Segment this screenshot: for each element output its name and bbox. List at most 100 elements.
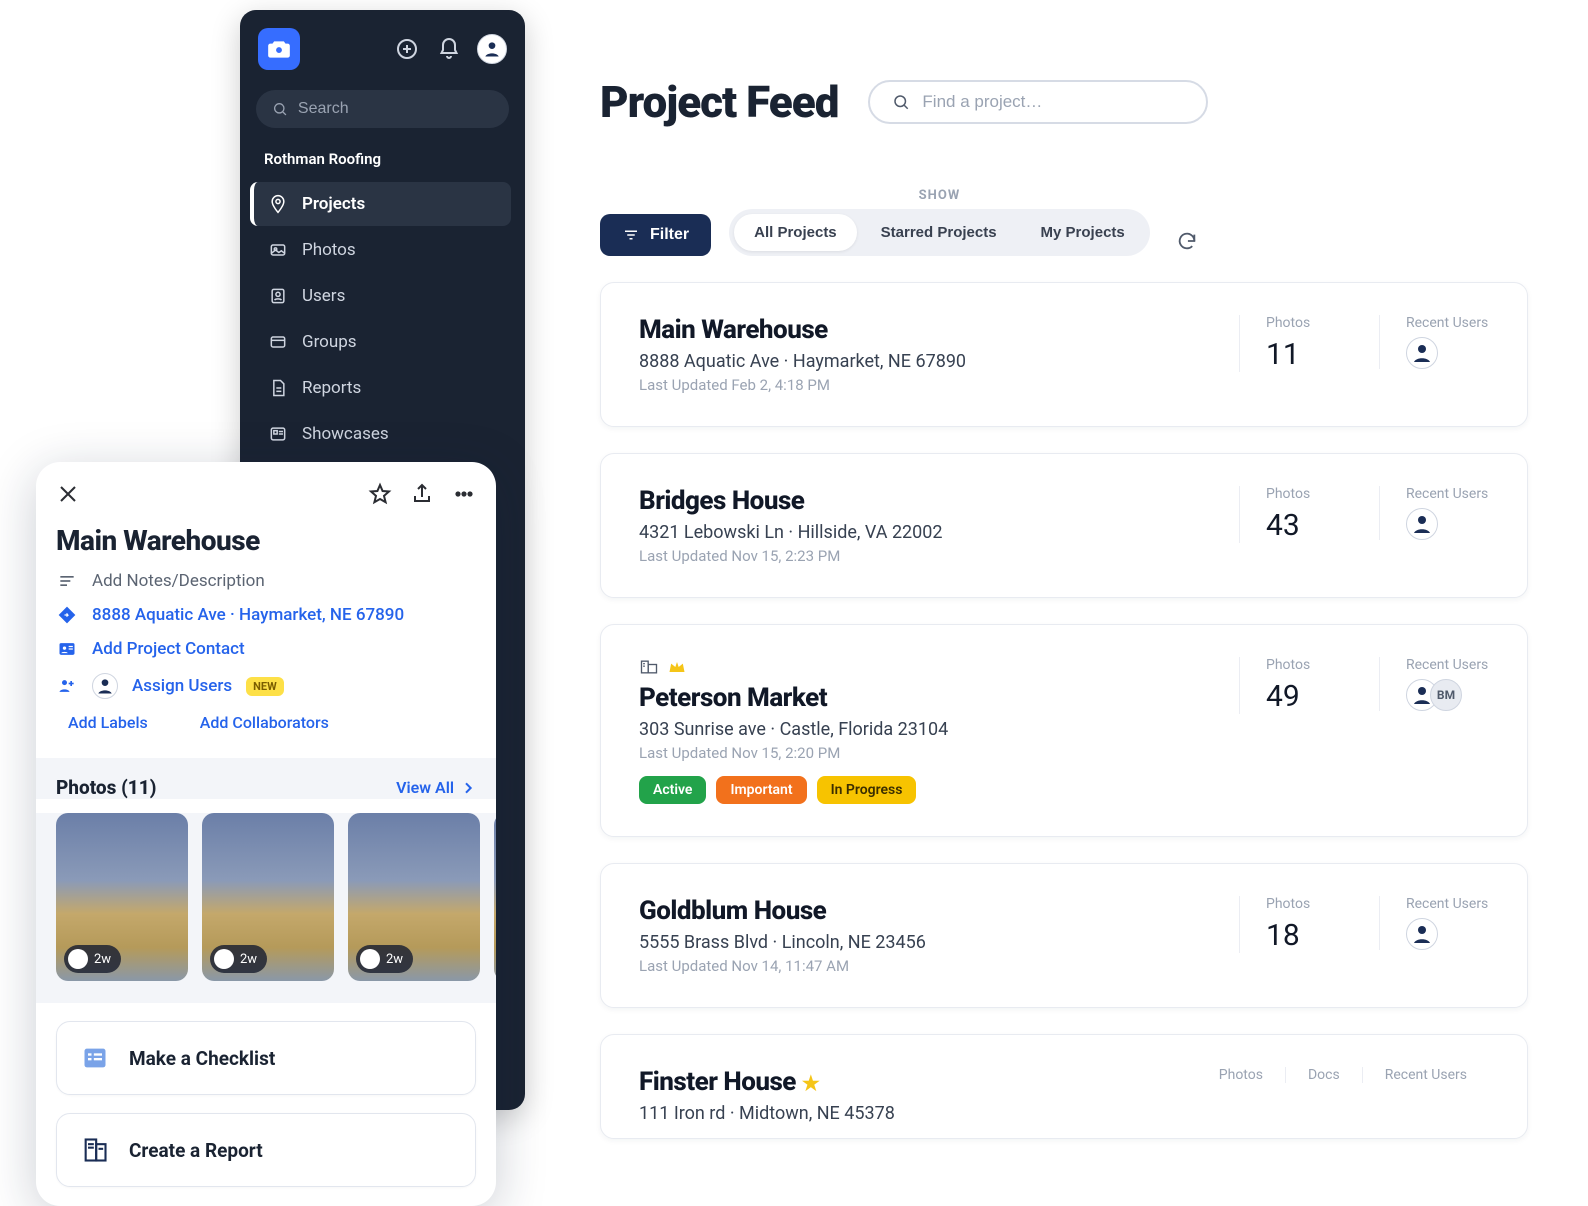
photos-count: 18	[1266, 918, 1349, 953]
add-button[interactable]	[393, 35, 421, 63]
find-project-search[interactable]	[868, 80, 1208, 124]
photos-count: 43	[1266, 508, 1349, 543]
refresh-icon	[1176, 230, 1198, 252]
project-card[interactable]: Finster House★ 111 Iron rd · Midtown, NE…	[600, 1034, 1528, 1139]
user-avatar	[1406, 918, 1438, 950]
card-updated: Last Updated Nov 15, 2:23 PM	[639, 547, 1209, 565]
contact-icon	[56, 639, 78, 659]
showcases-icon	[268, 424, 288, 444]
nav-label: Showcases	[302, 424, 389, 444]
app-logo[interactable]	[258, 28, 300, 70]
crown-icon	[667, 657, 687, 677]
more-button[interactable]	[452, 482, 476, 510]
nav-label: Users	[302, 286, 345, 306]
more-icon	[452, 482, 476, 506]
photo-thumb[interactable]: 2w	[56, 813, 188, 981]
sidebar-top	[250, 28, 515, 86]
assign-users-link[interactable]: Assign Users	[132, 676, 232, 696]
notifications-button[interactable]	[435, 35, 463, 63]
notes-icon	[56, 571, 78, 591]
checklist-icon	[79, 1042, 111, 1074]
assigned-avatar	[92, 673, 118, 699]
tag-active: Active	[639, 776, 706, 804]
tag-important: Important	[716, 776, 806, 804]
sidebar-item-photos[interactable]: Photos	[254, 228, 511, 272]
photo-thumb[interactable]	[494, 813, 496, 981]
bell-icon	[437, 37, 461, 61]
chevron-right-icon	[460, 780, 476, 796]
star-icon	[368, 482, 392, 506]
sidebar-item-showcases[interactable]: Showcases	[254, 412, 511, 456]
make-checklist-button[interactable]: Make a Checklist	[56, 1021, 476, 1095]
photos-count-heading: Photos (11)	[56, 776, 156, 799]
photos-count: 11	[1266, 337, 1349, 372]
avatar-icon	[482, 39, 502, 59]
thumb-chip: 2w	[356, 945, 413, 973]
star-button[interactable]	[368, 482, 392, 510]
plus-circle-icon	[395, 37, 419, 61]
nav-label: Photos	[302, 240, 356, 260]
sidebar-item-users[interactable]: Users	[254, 274, 511, 318]
sidebar-item-reports[interactable]: Reports	[254, 366, 511, 410]
card-name: Main Warehouse	[639, 315, 1209, 345]
card-name: Goldblum House	[639, 896, 1209, 926]
create-report-button[interactable]: Create a Report	[56, 1113, 476, 1187]
sidebar-item-groups[interactable]: Groups	[254, 320, 511, 364]
view-all-link[interactable]: View All	[396, 778, 476, 797]
users-icon	[268, 286, 288, 306]
user-avatar	[1406, 337, 1438, 369]
refresh-button[interactable]	[1176, 230, 1198, 256]
project-card[interactable]: Goldblum House 5555 Brass Blvd · Lincoln…	[600, 863, 1528, 1008]
filter-icon	[622, 226, 640, 244]
share-button[interactable]	[410, 482, 434, 510]
add-contact-link[interactable]: Add Project Contact	[92, 639, 245, 659]
pin-icon	[268, 194, 288, 214]
nav-label: Projects	[302, 194, 365, 214]
tab-my-projects[interactable]: My Projects	[1021, 214, 1145, 251]
reports-icon	[268, 378, 288, 398]
filter-button[interactable]: Filter	[600, 214, 711, 256]
close-button[interactable]	[56, 482, 80, 510]
building-icon	[639, 657, 659, 677]
project-card[interactable]: Peterson Market 303 Sunrise ave · Castle…	[600, 624, 1528, 837]
nav-label: Groups	[302, 332, 357, 352]
sidebar-search-input[interactable]	[298, 100, 493, 118]
user-avatar-initials: BM	[1430, 679, 1462, 711]
find-project-input[interactable]	[922, 92, 1184, 112]
card-address: 5555 Brass Blvd · Lincoln, NE 23456	[639, 932, 1209, 953]
page-title: Project Feed	[600, 76, 838, 128]
add-collab-link[interactable]: Add Collaborators	[200, 713, 329, 732]
tab-all-projects[interactable]: All Projects	[734, 214, 857, 251]
photo-thumb[interactable]: 2w	[202, 813, 334, 981]
show-label: SHOW	[919, 188, 961, 203]
profile-avatar[interactable]	[477, 34, 507, 64]
photo-thumb[interactable]: 2w	[348, 813, 480, 981]
sidebar-item-projects[interactable]: Projects	[250, 182, 511, 226]
org-name: Rothman Roofing	[250, 142, 515, 180]
groups-icon	[268, 332, 288, 352]
project-card[interactable]: Bridges House 4321 Lebowski Ln · Hillsid…	[600, 453, 1528, 598]
card-name: Bridges House	[639, 486, 1209, 516]
card-name: Peterson Market	[639, 683, 1209, 713]
project-detail-panel: Main Warehouse Add Notes/Description 888…	[36, 462, 496, 1206]
camera-pin-icon	[266, 36, 292, 62]
project-address[interactable]: 8888 Aquatic Ave · Haymarket, NE 67890	[92, 605, 404, 625]
photos-count: 49	[1266, 679, 1349, 714]
add-notes-link[interactable]: Add Notes/Description	[92, 571, 265, 591]
project-filter-tabs: All Projects Starred Projects My Project…	[729, 209, 1150, 256]
address-icon	[56, 605, 78, 625]
project-card[interactable]: Main Warehouse 8888 Aquatic Ave · Haymar…	[600, 282, 1528, 427]
close-icon	[56, 482, 80, 506]
tab-starred-projects[interactable]: Starred Projects	[861, 214, 1017, 251]
nav-label: Reports	[302, 378, 361, 398]
card-address: 303 Sunrise ave · Castle, Florida 23104	[639, 719, 1209, 740]
add-labels-link[interactable]: Add Labels	[68, 713, 148, 732]
photos-icon	[268, 240, 288, 260]
new-badge: NEW	[246, 677, 284, 696]
card-address: 4321 Lebowski Ln · Hillside, VA 22002	[639, 522, 1209, 543]
card-updated: Last Updated Nov 14, 11:47 AM	[639, 957, 1209, 975]
sidebar-search[interactable]	[256, 90, 509, 128]
photo-thumbnails: 2w 2w 2w	[36, 813, 496, 1003]
card-address: 8888 Aquatic Ave · Haymarket, NE 67890	[639, 351, 1209, 372]
project-title: Main Warehouse	[56, 524, 476, 557]
